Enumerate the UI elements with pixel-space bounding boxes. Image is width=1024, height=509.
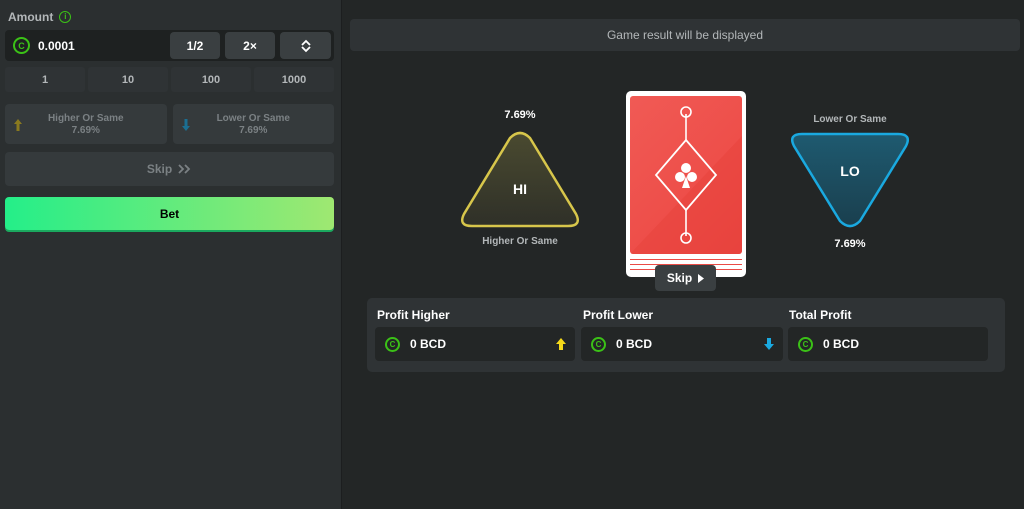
quick-amount-1[interactable]: 1 <box>5 67 85 92</box>
total-profit-value: 0 BCD <box>823 337 860 351</box>
hi-percentage: 7.69% <box>504 109 536 121</box>
lower-or-same-button[interactable]: Lower Or Same 7.69% <box>172 104 334 144</box>
amount-header: Amount i <box>8 10 72 24</box>
profit-panel: Profit Higher C 0 BCD Profit Lower C 0 B… <box>367 298 1005 372</box>
lower-choice-label: Lower Or Same <box>216 112 290 124</box>
lower-choice-pct: 7.69% <box>239 124 268 136</box>
lo-triangle-button[interactable] <box>788 131 912 229</box>
card-skip-label: Skip <box>666 271 693 285</box>
skip-button[interactable]: Skip <box>5 152 334 186</box>
amount-field: C 1/2 2× <box>5 30 334 61</box>
club-suit-icon <box>630 106 742 254</box>
hi-label: Higher Or Same <box>482 236 558 247</box>
bet-control-panel: Amount i C 1/2 2× 1 10 100 1000 Higher O… <box>0 0 342 509</box>
profit-lower-box: C 0 BCD <box>581 327 783 361</box>
profit-higher-box: C 0 BCD <box>375 327 575 361</box>
game-result-bar: Game result will be displayed <box>350 19 1020 51</box>
prediction-choices: Higher Or Same 7.69% Lower Or Same 7.69% <box>5 104 334 144</box>
arrow-up-icon <box>14 119 22 131</box>
lo-percentage: 7.69% <box>834 238 866 250</box>
info-icon[interactable]: i <box>59 11 72 23</box>
profit-higher-value: 0 BCD <box>410 337 447 351</box>
double-amount-button[interactable]: 2× <box>225 32 275 59</box>
chevron-up-icon <box>300 39 311 46</box>
profit-lower-title: Profit Lower <box>583 308 654 322</box>
half-amount-button[interactable]: 1/2 <box>170 32 220 59</box>
lo-label: Lower Or Same <box>813 114 887 125</box>
playing-card <box>626 91 746 277</box>
chevron-down-icon <box>300 45 311 52</box>
hi-text: HI <box>513 181 527 197</box>
quick-amount-row: 1 10 100 1000 <box>5 67 334 92</box>
hi-triangle-button[interactable] <box>458 130 582 230</box>
bcd-coin-icon: C <box>385 336 400 352</box>
profit-higher-title: Profit Higher <box>377 308 450 322</box>
arrow-down-icon <box>764 338 774 350</box>
card-back <box>630 96 742 254</box>
bet-button[interactable]: Bet <box>5 197 334 230</box>
quick-amount-10[interactable]: 10 <box>88 67 168 92</box>
play-right-icon <box>698 273 705 283</box>
higher-choice-label: Higher Or Same <box>47 112 124 124</box>
amount-label: Amount <box>8 10 54 24</box>
total-profit-title: Total Profit <box>789 308 852 322</box>
bcd-coin-icon: C <box>13 37 30 54</box>
double-chevron-right-icon <box>178 164 191 174</box>
arrow-down-icon <box>181 119 190 131</box>
skip-label: Skip <box>146 162 173 176</box>
lo-text: LO <box>840 163 860 179</box>
amount-stepper[interactable] <box>280 32 331 59</box>
bcd-coin-icon: C <box>798 336 813 352</box>
higher-choice-pct: 7.69% <box>71 124 100 136</box>
quick-amount-100[interactable]: 100 <box>171 67 251 92</box>
card-stack-line <box>630 259 742 260</box>
bcd-coin-icon: C <box>591 336 606 352</box>
higher-or-same-button[interactable]: Higher Or Same 7.69% <box>5 104 167 144</box>
amount-input[interactable] <box>38 38 148 53</box>
card-skip-button[interactable]: Skip <box>655 265 716 291</box>
arrow-up-icon <box>556 338 566 350</box>
profit-lower-value: 0 BCD <box>616 337 653 351</box>
quick-amount-1000[interactable]: 1000 <box>254 67 334 92</box>
total-profit-box: C 0 BCD <box>788 327 988 361</box>
